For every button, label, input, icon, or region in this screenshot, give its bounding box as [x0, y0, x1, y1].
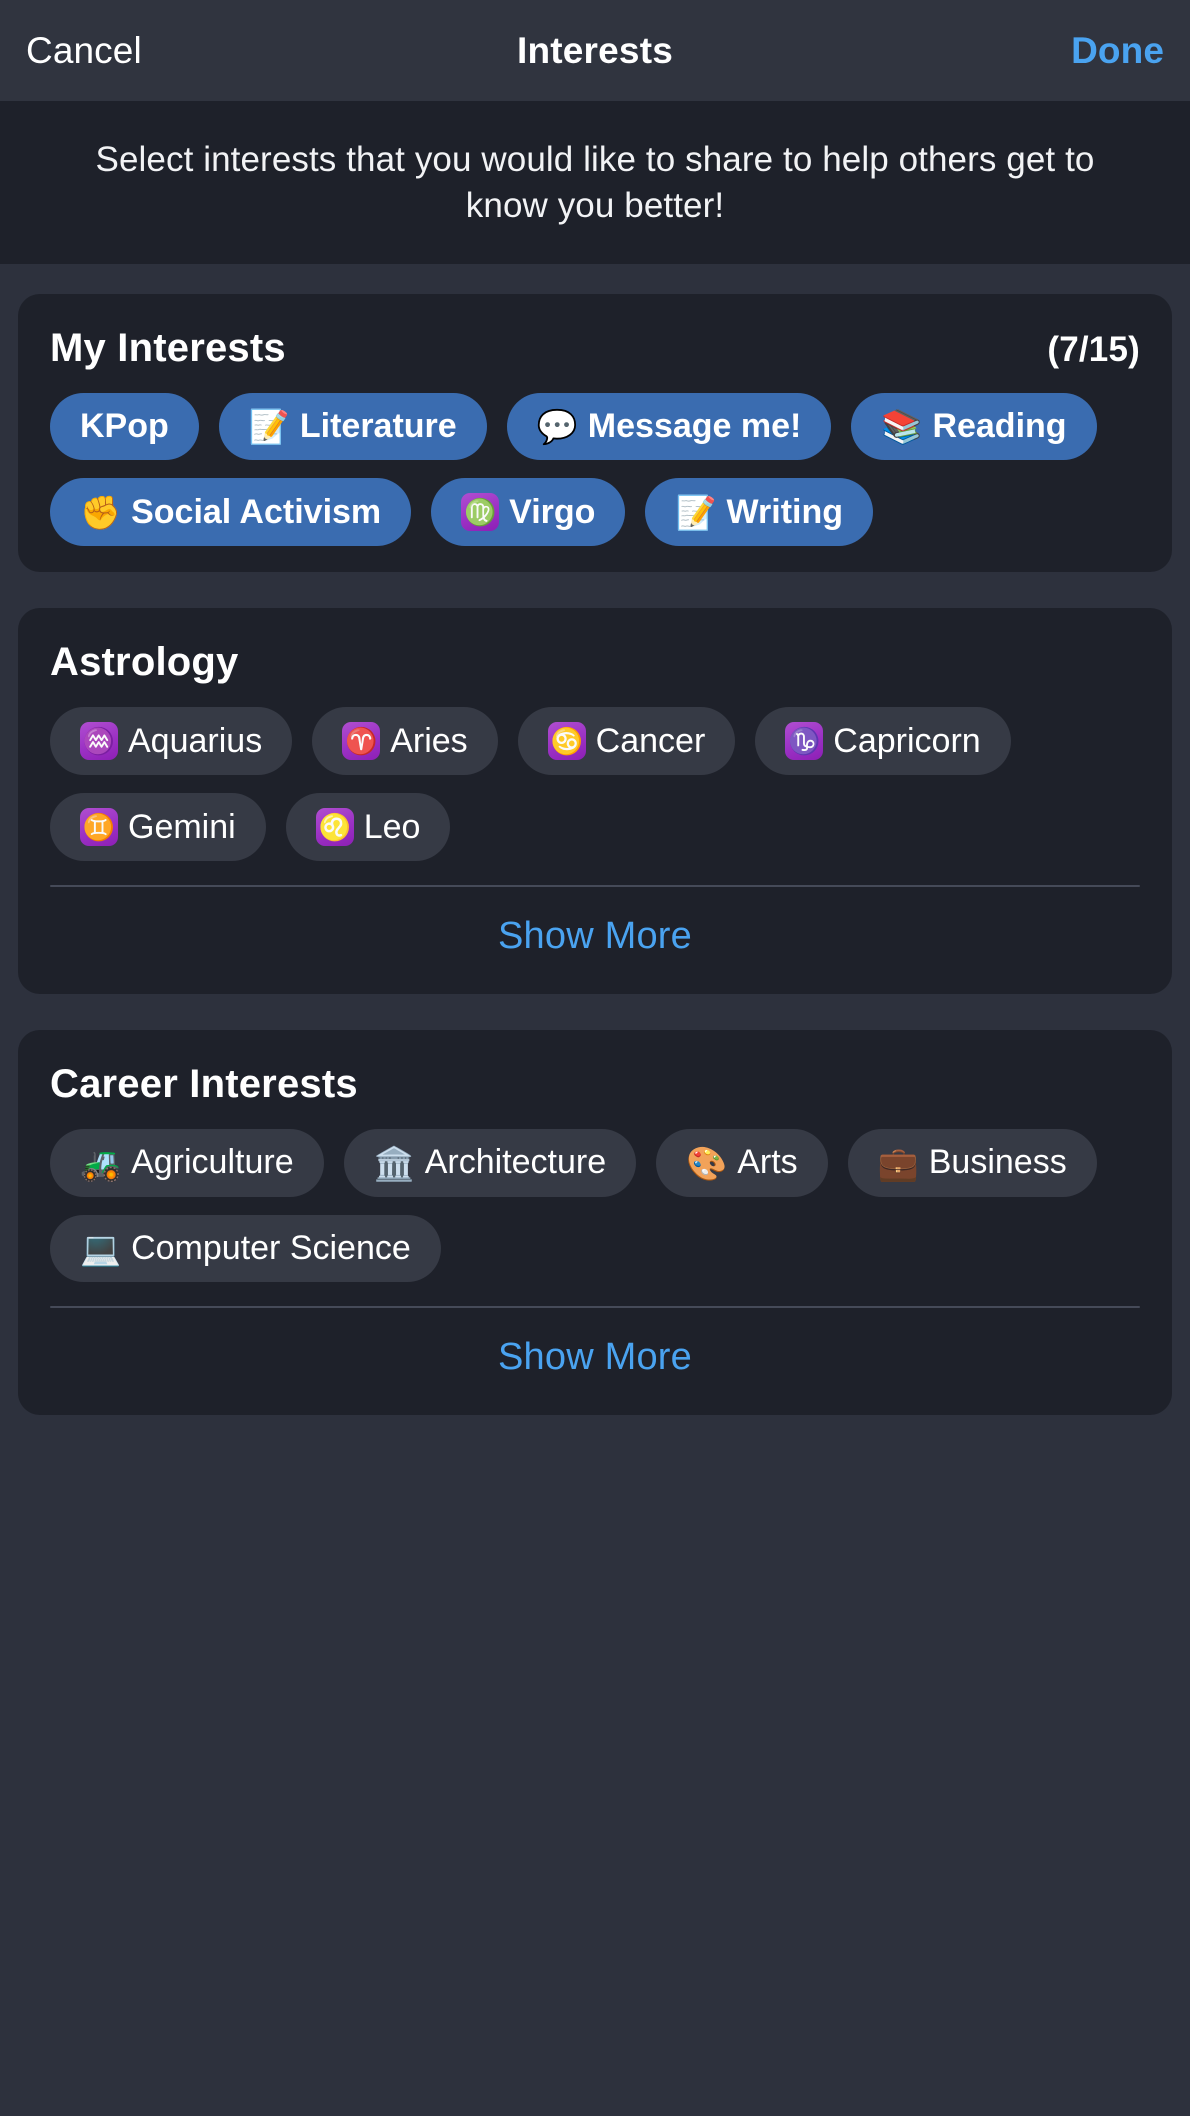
interest-chip[interactable]: 🏛️ Architecture: [343, 1129, 637, 1197]
interests-screen: Cancel Interests Done Select interests t…: [0, 0, 1190, 2116]
chip-label: Writing: [726, 492, 844, 531]
chip-emoji-icon: 🚜: [80, 1144, 122, 1182]
show-more-button[interactable]: Show More: [50, 887, 1140, 968]
cancel-button[interactable]: Cancel: [22, 24, 146, 77]
chip-emoji-icon: ✊: [80, 493, 122, 531]
interest-chip[interactable]: ♊ Gemini: [50, 793, 266, 862]
chip-label: Architecture: [424, 1143, 607, 1182]
section-title: My Interests: [50, 326, 286, 370]
interest-chip[interactable]: ♈ Aries: [312, 707, 498, 776]
interest-chip[interactable]: 💻 Computer Science: [50, 1214, 441, 1283]
chip-label: Cancer: [595, 721, 706, 760]
chip-label: Literature: [299, 407, 457, 445]
section-header: Career Interests: [50, 1062, 1140, 1107]
show-more-button[interactable]: Show More: [50, 1308, 1140, 1389]
chip-emoji-icon: 📝: [675, 493, 717, 531]
section-header: My Interests (7/15): [50, 326, 1140, 371]
instructions-text: Select interests that you would like to …: [95, 140, 1095, 225]
chip-label: Arts: [737, 1143, 798, 1182]
zodiac-sign-icon: ♑: [785, 722, 824, 761]
navigation-bar: Cancel Interests Done: [0, 0, 1190, 101]
section-title: Astrology: [50, 640, 239, 685]
chip-group: ♒ Aquarius ♈ Aries ♋ Cancer ♑ Capricorn ♊ Gemini ♌…: [50, 707, 1140, 862]
sections-scroll-area[interactable]: My Interests (7/15) KPop 📝 Literature 💬 Messag…: [0, 264, 1190, 2116]
interest-chip[interactable]: 📝 Writing: [645, 478, 874, 547]
interest-chip[interactable]: KPop: [50, 393, 199, 461]
chip-group: KPop 📝 Literature 💬 Message me! 📚 Reading ✊ Soci…: [50, 393, 1140, 547]
zodiac-sign-icon: ♒: [80, 722, 118, 761]
done-button[interactable]: Done: [1067, 24, 1166, 77]
interest-chip[interactable]: 🎨 Arts: [656, 1129, 828, 1197]
chip-emoji-icon: 🏛️: [373, 1144, 415, 1182]
chip-emoji-icon: 🎨: [686, 1144, 728, 1182]
section-title: Career Interests: [50, 1062, 358, 1107]
interest-chip[interactable]: 📝 Literature: [218, 393, 487, 461]
chip-label: Agriculture: [131, 1143, 294, 1182]
section-header: Astrology: [50, 640, 1140, 685]
chip-emoji-icon: 💻: [80, 1229, 122, 1267]
subtitle-band: Select interests that you would like to …: [0, 101, 1190, 264]
selected-count-badge: (7/15): [1047, 330, 1140, 369]
interest-chip[interactable]: 📚 Reading: [851, 393, 1097, 461]
chip-label: Business: [928, 1143, 1067, 1182]
interest-chip[interactable]: ♍ Virgo: [431, 478, 626, 547]
chip-label: Aries: [390, 721, 468, 760]
interest-chip[interactable]: ✊ Social Activism: [50, 478, 412, 547]
zodiac-sign-icon: ♌: [315, 808, 354, 847]
interest-chip[interactable]: ♋ Cancer: [517, 707, 736, 776]
chip-label: Leo: [363, 807, 421, 846]
interest-chip[interactable]: ♒ Aquarius: [50, 707, 293, 776]
chip-emoji-icon: 📚: [881, 408, 923, 446]
section-card-my-interests: My Interests (7/15) KPop 📝 Literature 💬 Messag…: [18, 294, 1172, 573]
chip-emoji-icon: 📝: [248, 408, 290, 446]
page-title: Interests: [516, 29, 674, 71]
interest-chip[interactable]: ♑ Capricorn: [755, 707, 1011, 776]
chip-label: Message me!: [587, 407, 802, 445]
interest-chip[interactable]: 🚜 Agriculture: [50, 1129, 324, 1197]
chip-label: Social Activism: [131, 492, 382, 531]
chip-label: Capricorn: [833, 721, 981, 760]
chip-emoji-icon: 💬: [536, 408, 578, 446]
chip-label: Gemini: [128, 807, 236, 846]
chip-group: 🚜 Agriculture 🏛️ Architecture 🎨 Arts 💼 Business…: [50, 1129, 1140, 1283]
chip-label: KPop: [80, 407, 169, 445]
zodiac-sign-icon: ♊: [80, 808, 118, 847]
interest-chip[interactable]: 💼 Business: [847, 1129, 1097, 1197]
section-card-astrology: Astrology ♒ Aquarius ♈ Aries ♋ Cancer ♑ Capricor…: [18, 608, 1172, 995]
interest-chip[interactable]: ♌ Leo: [285, 793, 451, 862]
zodiac-sign-icon: ♋: [547, 722, 586, 761]
chip-label: Aquarius: [128, 721, 263, 760]
chip-label: Reading: [932, 407, 1067, 445]
chip-emoji-icon: 💼: [877, 1144, 919, 1182]
interest-chip[interactable]: 💬 Message me!: [506, 393, 832, 461]
zodiac-sign-icon: ♍: [461, 493, 500, 532]
zodiac-sign-icon: ♈: [342, 722, 381, 761]
section-card-career-interests: Career Interests 🚜 Agriculture 🏛️ Architectu…: [18, 1030, 1172, 1416]
chip-label: Virgo: [509, 492, 596, 531]
chip-label: Computer Science: [131, 1228, 411, 1267]
